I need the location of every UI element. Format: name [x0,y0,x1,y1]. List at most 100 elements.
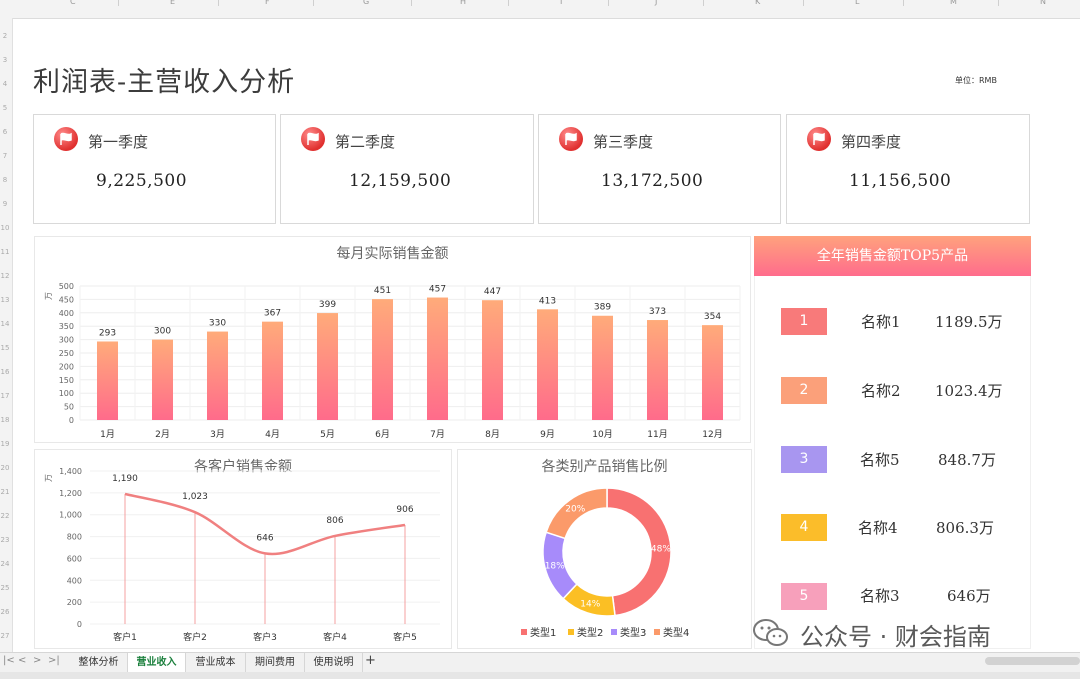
column-letter[interactable]: J [655,0,657,6]
prev-sheet-arrow[interactable]: < [18,655,26,666]
row-number[interactable]: 24 [0,560,10,568]
slice-label: 48% [651,545,671,555]
rank-name: 名称5 [860,451,900,469]
kpi-label: 第一季度 [88,133,149,151]
column-separator [218,0,219,6]
status-bar [0,672,1080,679]
row-number[interactable]: 13 [0,296,10,304]
page-title: 利润表-主营收入分析 [33,67,296,98]
horizontal-scrollbar[interactable] [985,657,1080,665]
row-number[interactable]: 6 [0,128,10,136]
category-share-chart-panel: 各类别产品销售比例 48% 14% 18% 20% 类型1 类型2 类型3 类型4 [457,449,752,649]
row-number[interactable]: 19 [0,440,10,448]
tab-operating-cost[interactable]: 营业成本 [186,653,246,672]
data-label: 447 [484,287,501,297]
y-axis-label: 万 [44,474,53,482]
row-number[interactable]: 9 [0,200,10,208]
tab-overall-analysis[interactable]: 整体分析 [70,653,128,672]
row-number[interactable]: 10 [0,224,10,232]
row-number[interactable]: 4 [0,80,10,88]
row-header-bar: 2 3 4 5 6 7 8 9 10 11 12 13 14 15 16 17 18 19 20 21 22 23 24 25… [0,18,13,653]
kpi-value: 12,159,500 [349,171,452,191]
row-number[interactable]: 11 [0,248,10,256]
row-number[interactable]: 23 [0,536,10,544]
bar [647,320,668,420]
row-number[interactable]: 18 [0,416,10,424]
row-number[interactable]: 8 [0,176,10,184]
data-label: 354 [704,312,721,322]
x-tick-label: 客户1 [113,631,137,643]
bar [537,309,558,420]
column-letter[interactable]: F [265,0,270,6]
flag-icon [301,127,325,151]
first-sheet-arrow[interactable]: |< [3,655,15,666]
bar [427,297,448,420]
rank-value: 1189.5万 [935,313,1003,331]
column-letter[interactable]: N [1040,0,1046,6]
data-label: 457 [429,285,446,295]
row-number[interactable]: 25 [0,584,10,592]
row-number[interactable]: 16 [0,368,10,376]
kpi-value: 9,225,500 [96,171,188,191]
slice-label: 14% [580,599,600,609]
add-sheet-button[interactable]: + [365,653,376,668]
y-tick-label: 450 [59,295,74,304]
data-label: 906 [396,505,413,515]
x-tick-label: 7月 [430,429,445,440]
y-tick-label: 300 [59,336,74,345]
row-number[interactable]: 5 [0,104,10,112]
column-letter[interactable]: K [755,0,760,6]
y-tick-label: 600 [67,554,82,563]
column-separator [803,0,804,6]
y-tick-label: 200 [59,362,74,371]
last-sheet-arrow[interactable]: >| [48,655,60,666]
legend-label: 类型1 [530,626,556,639]
next-sheet-arrow[interactable]: > [33,655,41,666]
kpi-value: 11,156,500 [849,171,952,191]
column-letter[interactable]: L [855,0,859,6]
x-tick-label: 3月 [210,429,225,440]
kpi-card-q3: 第三季度 13,172,500 [538,114,781,224]
data-label: 293 [99,328,116,338]
x-tick-label: 10月 [592,429,612,440]
legend-label: 类型2 [577,626,603,639]
kpi-card-q2: 第二季度 12,159,500 [280,114,534,224]
bar [262,321,283,420]
slice-label: 20% [565,504,585,514]
x-tick-label: 11月 [647,429,667,440]
row-number[interactable]: 20 [0,464,10,472]
column-letter[interactable]: C [70,0,76,6]
column-letter[interactable]: G [363,0,369,6]
y-tick-label: 1,200 [59,489,82,498]
y-tick-label: 200 [67,598,82,607]
row-number[interactable]: 3 [0,56,10,64]
column-letter[interactable]: M [950,0,957,6]
row-number[interactable]: 2 [0,32,10,40]
rank-badge-2: 2 [781,377,827,404]
column-letter[interactable]: I [560,0,562,6]
row-number[interactable]: 17 [0,392,10,400]
column-separator [118,0,119,6]
rank-value: 1023.4万 [935,382,1003,400]
row-number[interactable]: 15 [0,344,10,352]
bar [207,331,228,420]
y-tick-label: 0 [69,416,74,425]
row-number[interactable]: 26 [0,608,10,616]
x-tick-label: 客户4 [323,631,347,643]
tab-period-expenses[interactable]: 期间费用 [246,653,305,672]
tab-operating-revenue[interactable]: 营业收入 [128,653,186,674]
tab-instructions[interactable]: 使用说明 [305,653,363,672]
data-label: 389 [594,303,611,313]
y-tick-label: 400 [59,309,74,318]
row-number[interactable]: 22 [0,512,10,520]
row-number[interactable]: 21 [0,488,10,496]
row-number[interactable]: 7 [0,152,10,160]
top5-title: 全年销售金额TOP5产品 [816,248,969,264]
column-letter[interactable]: H [460,0,466,6]
bar [97,341,118,420]
row-number[interactable]: 12 [0,272,10,280]
column-letter[interactable]: E [170,0,175,6]
row-number[interactable]: 27 [0,632,10,640]
x-tick-label: 9月 [540,429,555,440]
row-number[interactable]: 14 [0,320,10,328]
